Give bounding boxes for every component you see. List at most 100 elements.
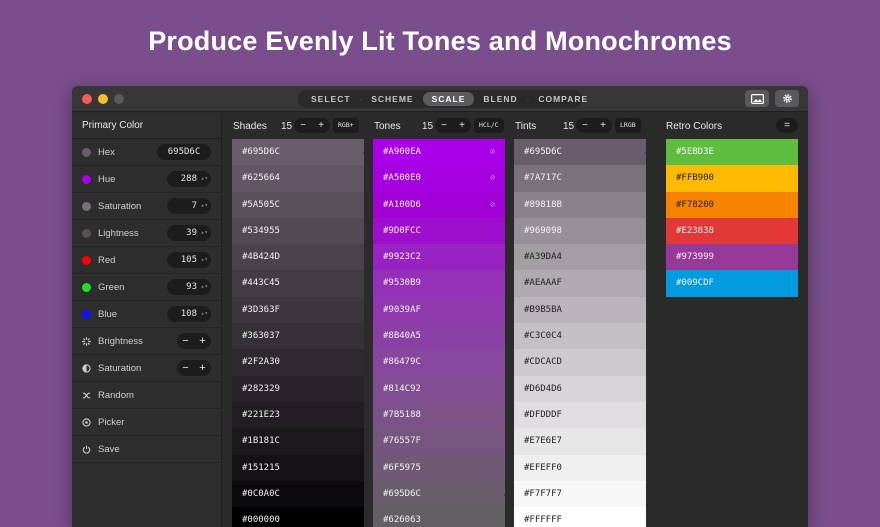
blue-label: Blue: [98, 308, 118, 320]
color-swatch[interactable]: #0C0A0C: [232, 480, 364, 508]
color-swatch[interactable]: #89818B: [514, 191, 646, 218]
saturation-stepper[interactable]: 7 ▴▾: [167, 198, 211, 214]
color-swatch[interactable]: #7B5188: [373, 401, 505, 429]
color-swatch[interactable]: #9039AF: [373, 296, 505, 324]
picker-button[interactable]: Picker: [72, 409, 221, 436]
color-swatch[interactable]: #F78200: [666, 191, 798, 218]
tints-increase-button[interactable]: +: [600, 120, 606, 131]
stepper-arrows-icon[interactable]: ▴▾: [201, 171, 208, 187]
tab-scale[interactable]: SCALE: [422, 92, 475, 106]
stepper-arrows-icon[interactable]: ▴▾: [201, 279, 208, 295]
swatch-hex-label: #009CDF: [676, 278, 714, 289]
retro-menu-button[interactable]: =: [776, 118, 798, 133]
color-swatch[interactable]: #534955: [232, 217, 364, 245]
color-swatch[interactable]: #363037: [232, 323, 364, 350]
stepper-arrows-icon[interactable]: ▴▾: [201, 225, 208, 241]
color-swatch[interactable]: #C3C0C4: [514, 323, 646, 350]
color-swatch[interactable]: #E23838: [666, 217, 798, 245]
color-swatch[interactable]: #F7F7F7: [514, 480, 646, 508]
color-swatch[interactable]: #151215: [232, 454, 364, 481]
color-swatch[interactable]: #B9B5BA: [514, 296, 646, 324]
color-swatch[interactable]: #9D0FCC: [373, 217, 505, 245]
image-button[interactable]: [745, 90, 769, 107]
color-swatch[interactable]: #A100D6 ⊘: [373, 191, 505, 218]
shades-decrease-button[interactable]: −: [300, 120, 306, 131]
saturation-increase-button[interactable]: +: [199, 362, 205, 374]
color-swatch[interactable]: #695D6C: [514, 139, 649, 166]
swatch-hex-label: #221E23: [242, 409, 280, 420]
minimize-window-button[interactable]: [98, 94, 108, 104]
color-swatch[interactable]: #5EBD3E: [666, 139, 798, 166]
close-window-button[interactable]: [82, 94, 92, 104]
green-stepper[interactable]: 93 ▴▾: [167, 279, 211, 295]
color-swatch[interactable]: #969098: [514, 217, 646, 245]
color-swatch[interactable]: #009CDF: [666, 270, 798, 297]
hue-stepper[interactable]: 288 ▴▾: [167, 171, 211, 187]
color-swatch[interactable]: #76557F: [373, 428, 505, 455]
color-swatch[interactable]: #CDCACD: [514, 349, 646, 376]
color-swatch[interactable]: #814C92: [373, 375, 505, 402]
lightness-stepper[interactable]: 39 ▴▾: [167, 225, 211, 241]
tints-color-space-button[interactable]: LRGB: [615, 118, 641, 133]
color-swatch[interactable]: #5A505C: [232, 191, 364, 218]
settings-button[interactable]: [775, 90, 799, 107]
swatch-hex-label: #8B40A5: [383, 331, 421, 342]
color-swatch[interactable]: #86479C: [373, 349, 505, 376]
color-swatch[interactable]: #695D6C: [373, 480, 508, 508]
color-swatch[interactable]: #A39DA4: [514, 244, 646, 271]
save-button[interactable]: Save: [72, 436, 221, 463]
color-swatch[interactable]: #221E23: [232, 401, 364, 429]
color-swatch[interactable]: #FFB900: [666, 165, 798, 192]
color-swatch[interactable]: #D6D4D6: [514, 375, 646, 402]
stepper-arrows-icon[interactable]: ▴▾: [201, 198, 208, 214]
tab-scheme[interactable]: SCHEME: [362, 92, 422, 106]
color-swatch[interactable]: #7A717C: [514, 165, 646, 192]
color-swatch[interactable]: #DFDDDF: [514, 401, 646, 429]
zoom-window-button[interactable]: [114, 94, 124, 104]
lock-icon[interactable]: ⊘: [490, 139, 495, 165]
lock-icon[interactable]: ⊘: [490, 165, 495, 191]
color-swatch[interactable]: #A900EA ⊘: [373, 139, 505, 166]
color-swatch[interactable]: #3D363F: [232, 296, 364, 324]
stepper-arrows-icon[interactable]: ▴▾: [201, 252, 208, 268]
brightness-decrease-button[interactable]: −: [182, 335, 188, 347]
color-swatch[interactable]: #9923C2: [373, 244, 505, 271]
tab-compare[interactable]: COMPARE: [529, 92, 597, 106]
color-swatch[interactable]: #A500E0 ⊘: [373, 165, 505, 192]
tab-select[interactable]: SELECT: [302, 92, 360, 106]
stepper-arrows-icon[interactable]: ▴▾: [201, 306, 208, 322]
red-label: Red: [98, 254, 116, 266]
color-swatch[interactable]: #9530B9: [373, 270, 505, 297]
color-swatch[interactable]: #282329: [232, 375, 364, 402]
random-button[interactable]: Random: [72, 382, 221, 409]
tones-decrease-button[interactable]: −: [441, 120, 447, 131]
tab-blend[interactable]: BLEND: [474, 92, 526, 106]
color-swatch[interactable]: #AEAAAF: [514, 270, 646, 297]
color-swatch[interactable]: #000000: [232, 507, 364, 527]
color-swatch[interactable]: #1B181C: [232, 428, 364, 455]
hex-field[interactable]: 695D6C: [157, 144, 211, 160]
shades-color-space-button[interactable]: RGB+: [333, 118, 359, 133]
color-swatch[interactable]: #6F5975: [373, 454, 505, 481]
lock-icon[interactable]: ⊘: [490, 192, 495, 218]
tones-increase-button[interactable]: +: [459, 120, 465, 131]
red-stepper[interactable]: 105 ▴▾: [167, 252, 211, 268]
color-swatch[interactable]: #E7E6E7: [514, 428, 646, 455]
color-swatch[interactable]: #626063: [373, 507, 505, 527]
color-swatch[interactable]: #625664: [232, 165, 364, 192]
color-swatch[interactable]: #8B40A5: [373, 323, 505, 350]
color-swatch[interactable]: #973999: [666, 244, 798, 271]
color-swatch[interactable]: #FFFFFF: [514, 507, 646, 527]
color-swatch[interactable]: #443C45: [232, 270, 364, 297]
shades-increase-button[interactable]: +: [318, 120, 324, 131]
tones-color-space-button[interactable]: HCL/C: [474, 118, 504, 133]
color-swatch[interactable]: #2F2A30: [232, 349, 364, 376]
color-swatch[interactable]: #695D6C: [232, 139, 367, 166]
blue-stepper[interactable]: 108 ▴▾: [167, 306, 211, 322]
brightness-increase-button[interactable]: +: [199, 335, 205, 347]
color-swatch[interactable]: #EFEFF0: [514, 454, 646, 481]
tints-decrease-button[interactable]: −: [582, 120, 588, 131]
half-circle-icon: [82, 363, 91, 373]
color-swatch[interactable]: #4B424D: [232, 244, 364, 271]
saturation-decrease-button[interactable]: −: [182, 362, 188, 374]
